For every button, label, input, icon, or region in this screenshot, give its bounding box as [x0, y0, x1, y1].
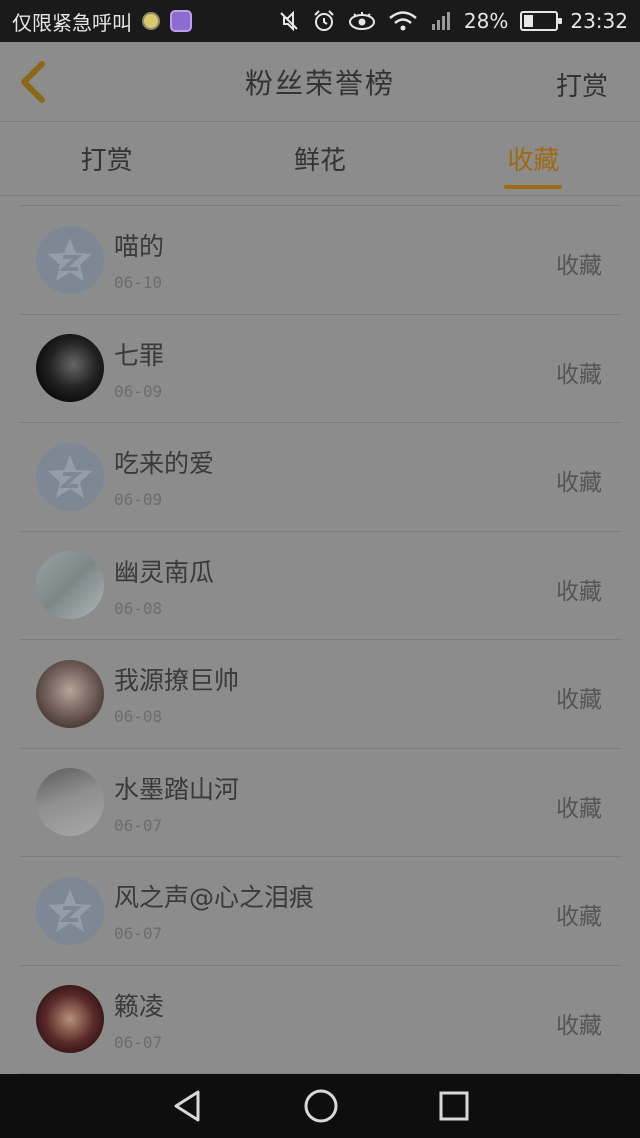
fan-name: 喵的 — [114, 232, 165, 262]
avatar — [36, 551, 104, 620]
eye-icon — [348, 12, 375, 30]
status-bar: 仅限紧急呼叫 28% 23:32 — [0, 0, 640, 42]
action-label: 收藏 — [556, 253, 602, 279]
fan-name: 七罪 — [114, 340, 165, 370]
fan-date: 06-08 — [114, 707, 163, 727]
action-label: 收藏 — [556, 687, 602, 713]
fan-name: 吃来的爱 — [114, 449, 215, 479]
fan-info: 风之声@心之泪痕 06-07 — [114, 878, 622, 943]
list-item[interactable]: 幽灵南瓜 06-08 收藏 — [20, 532, 622, 640]
avatar — [36, 225, 104, 294]
navigation-bar — [0, 1074, 640, 1138]
fan-info: 吃来的爱 06-09 — [114, 444, 622, 509]
action-label: 收藏 — [556, 795, 602, 822]
fan-name: 籁凌 — [114, 991, 165, 1021]
gallery-icon — [170, 10, 192, 32]
fan-info: 喵的 06-10 — [114, 227, 622, 292]
clock: 23:32 — [570, 9, 628, 33]
list-item[interactable]: 风之声@心之泪痕 06-07 收藏 — [20, 857, 622, 966]
list-item[interactable]: 七罪 06-09 收藏 — [20, 315, 622, 423]
fan-date: 06-10 — [114, 273, 163, 293]
fan-date: 06-07 — [114, 815, 163, 835]
battery-icon — [520, 11, 563, 31]
action-label: 收藏 — [556, 470, 602, 496]
tab-flowers[interactable]: 鲜花 — [213, 122, 426, 195]
fan-name: 水墨踏山河 — [114, 774, 240, 804]
action-label: 收藏 — [556, 361, 602, 388]
qq-star-icon — [48, 237, 92, 281]
fan-date: 06-09 — [114, 490, 163, 510]
fan-name: 我源撩巨帅 — [114, 666, 240, 696]
list-item[interactable]: 水墨踏山河 06-07 收藏 — [20, 749, 622, 857]
fan-name: 幽灵南瓜 — [114, 557, 215, 587]
fan-info: 幽灵南瓜 06-08 — [114, 553, 622, 618]
signal-icon — [431, 12, 450, 30]
reward-button[interactable]: 打赏 — [556, 66, 608, 103]
status-left: 仅限紧急呼叫 — [12, 7, 192, 36]
fan-date: 06-09 — [114, 381, 163, 401]
fan-name: 风之声@心之泪痕 — [114, 883, 315, 913]
action-label: 收藏 — [556, 1012, 602, 1039]
action-label: 收藏 — [556, 904, 602, 930]
back-triangle-icon[interactable] — [170, 1088, 204, 1124]
avatar — [36, 985, 104, 1054]
action-label: 收藏 — [556, 578, 602, 605]
fan-info: 水墨踏山河 06-07 — [114, 770, 622, 835]
status-right: 28% 23:32 — [278, 9, 628, 33]
list-item[interactable]: 籁凌 06-07 收藏 — [20, 966, 622, 1074]
qq-star-icon — [48, 454, 92, 498]
list-item[interactable]: 喵的 06-10 收藏 — [20, 206, 622, 315]
fan-info: 我源撩巨帅 06-08 — [114, 661, 622, 726]
qq-icon — [142, 12, 160, 30]
tab-reward[interactable]: 打赏 — [0, 122, 213, 195]
tab-bar: 打赏 鲜花 收藏 — [0, 122, 640, 196]
home-circle-icon[interactable] — [303, 1088, 339, 1124]
avatar — [36, 768, 104, 837]
avatar — [36, 334, 104, 403]
qq-star-icon — [48, 888, 92, 932]
carrier-text: 仅限紧急呼叫 — [12, 10, 132, 35]
fan-date: 06-08 — [114, 598, 163, 618]
mute-icon — [280, 10, 298, 32]
avatar — [36, 659, 104, 728]
fan-info: 籁凌 06-07 — [114, 987, 622, 1052]
alarm-icon — [314, 10, 334, 31]
recents-square-icon[interactable] — [438, 1090, 470, 1122]
list-item[interactable]: 我源撩巨帅 06-08 收藏 — [20, 640, 622, 749]
wifi-icon — [389, 11, 417, 31]
screen: 仅限紧急呼叫 28% 23:32 粉丝荣誉榜 打赏 打赏 鲜花 收藏 喵的 06… — [0, 0, 640, 1138]
avatar — [36, 442, 104, 511]
avatar — [36, 876, 104, 945]
header: 粉丝荣誉榜 打赏 — [0, 42, 640, 122]
fan-info: 七罪 06-09 — [114, 336, 622, 401]
fan-list: 喵的 06-10 收藏 七罪 06-09 收藏 吃来的爱 06-09 收藏 幽灵… — [20, 205, 622, 1074]
fan-date: 06-07 — [114, 1032, 163, 1052]
back-chevron-icon[interactable] — [14, 60, 54, 104]
fan-date: 06-07 — [114, 924, 163, 944]
tab-favorites[interactable]: 收藏 — [427, 122, 640, 195]
page-title: 粉丝荣誉榜 — [244, 66, 395, 100]
list-item[interactable]: 吃来的爱 06-09 收藏 — [20, 423, 622, 532]
battery-percent: 28% — [463, 9, 509, 33]
